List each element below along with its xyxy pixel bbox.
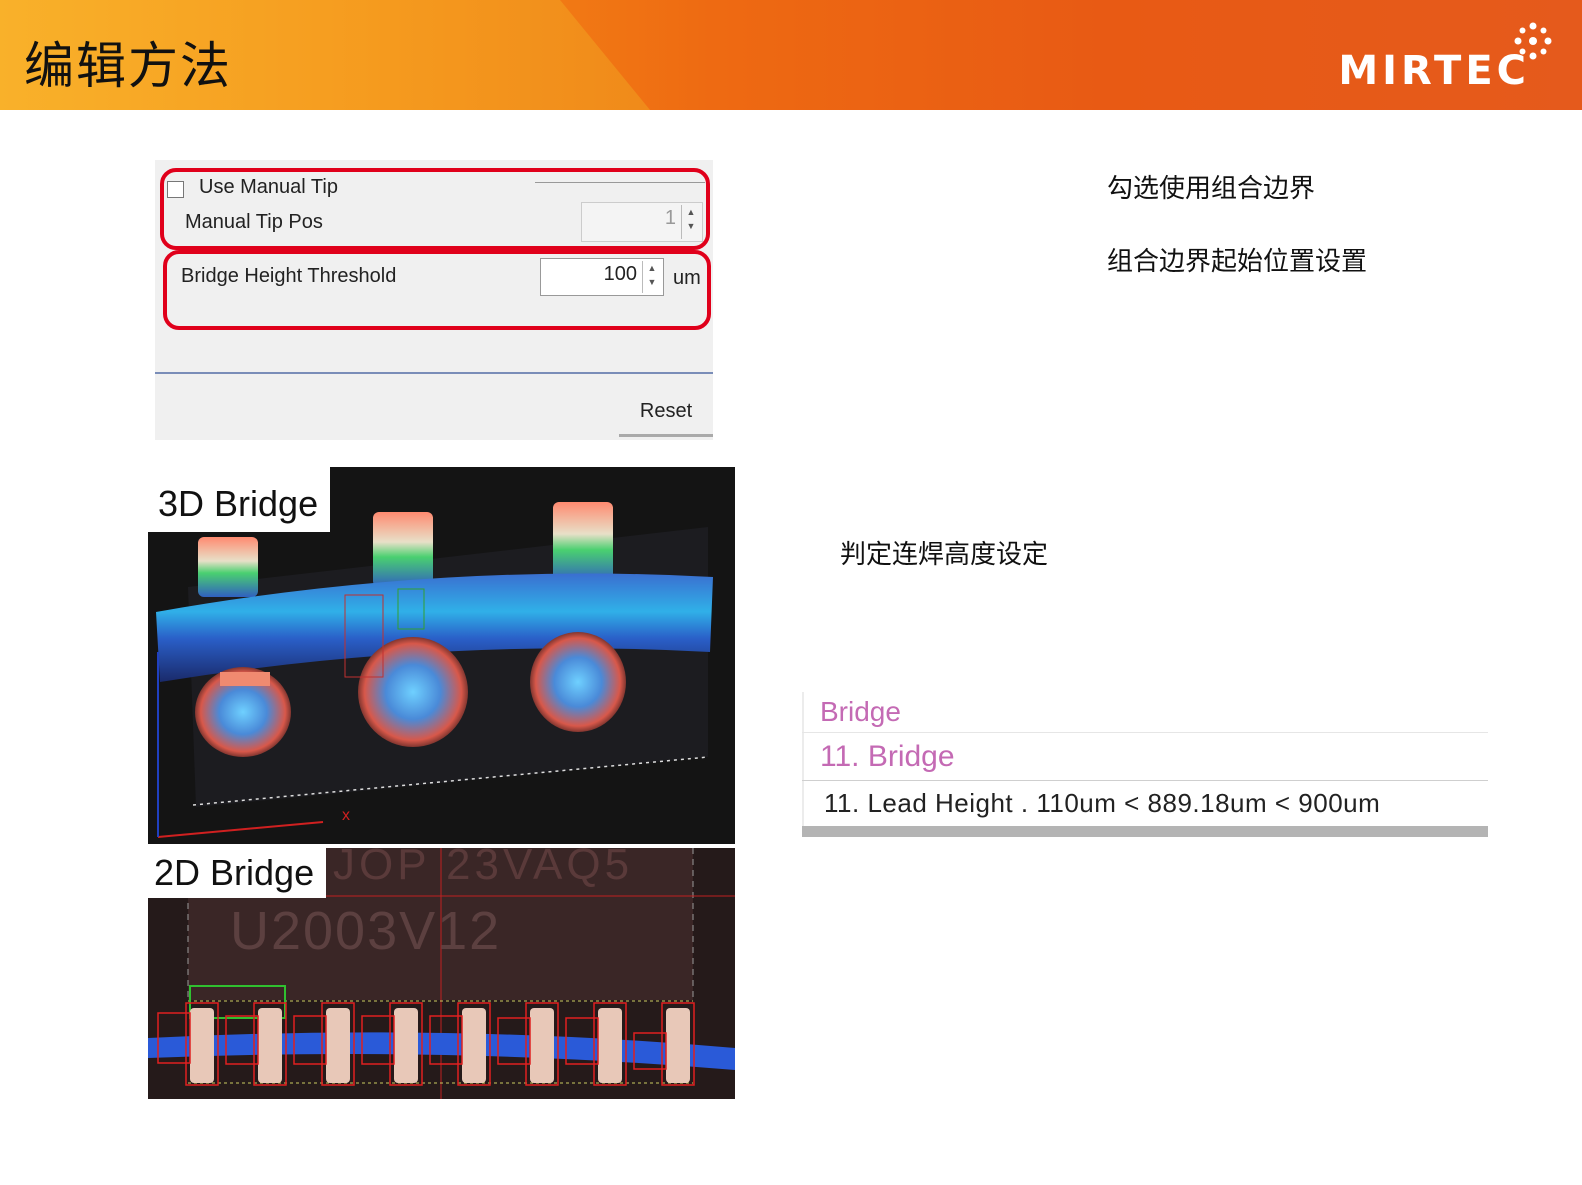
reset-button[interactable]: Reset xyxy=(619,388,713,437)
bridge-3d-label: 3D Bridge xyxy=(158,483,319,524)
chip-marking: U2003V12 xyxy=(230,901,502,961)
result-item[interactable]: 11. Bridge xyxy=(820,740,955,774)
row-divider xyxy=(802,780,1488,781)
axis-x-label: x xyxy=(342,807,350,824)
panel-edge xyxy=(802,692,804,826)
bridge-2d-label: 2D Bridge xyxy=(154,852,315,893)
mirtec-logo: MIRTEC xyxy=(1338,48,1530,94)
highlight-bridge-threshold xyxy=(163,250,711,330)
note-combined-border-start: 组合边界起始位置设置 xyxy=(1107,247,1368,277)
panel-scrollbar[interactable] xyxy=(802,826,1488,837)
page-title: 编辑方法 xyxy=(24,37,232,95)
note-use-combined-border: 勾选使用组合边界 xyxy=(1107,174,1316,204)
chip-marking-top: JOP 23VAQ5 xyxy=(333,848,634,889)
bridge-2d-image: JOP 23VAQ5 U2003V12 2D Bridge xyxy=(148,848,735,1099)
panel-separator xyxy=(155,372,713,374)
highlight-manual-tip xyxy=(160,168,710,250)
slide-header: 编辑方法 MIRTEC xyxy=(0,0,1582,110)
bridge-3d-image: 3D Bridge x xyxy=(148,467,735,844)
row-divider xyxy=(802,732,1488,733)
logo-star-icon xyxy=(1514,22,1552,60)
note-bridge-height-setting: 判定连焊高度设定 xyxy=(840,540,1049,570)
result-category[interactable]: Bridge xyxy=(820,696,901,728)
result-detail[interactable]: 11. Lead Height . 110um < 889.18um < 900… xyxy=(824,788,1380,819)
inspection-result-panel: Bridge 11. Bridge 11. Lead Height . 110u… xyxy=(802,692,1488,837)
bridge-settings-panel: Use Manual Tip Manual Tip Pos 1 ▲ ▼ Bridg… xyxy=(155,160,713,440)
